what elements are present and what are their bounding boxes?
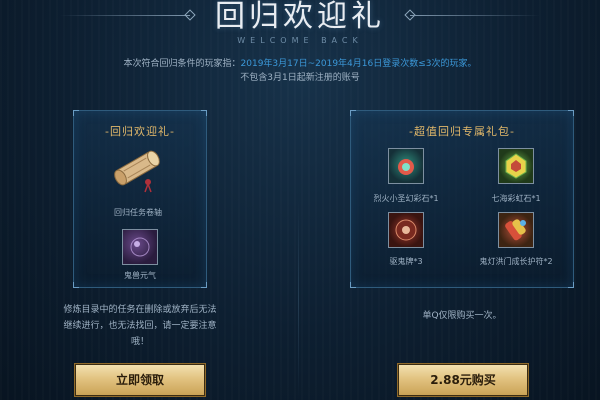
claim-now-button[interactable]: 立即领取 xyxy=(74,363,206,397)
exclusive-pack-title: -超值回归专属礼包- xyxy=(409,125,515,138)
page-title: 回归欢迎礼 xyxy=(215,0,385,34)
scroll-icon xyxy=(114,150,160,193)
eligibility-date-range: 2019年3月17日~2019年4月16日登录次数≤3次的玩家。 xyxy=(240,59,477,69)
growth-charm-icon xyxy=(498,212,534,248)
rainbow-stone-icon xyxy=(498,148,534,184)
welcome-gift-note-line1: 修炼目录中的任务在删除或放弃后无法 xyxy=(63,305,217,315)
eligibility-prefix: 本次符合回归条件的玩家指： xyxy=(123,59,241,69)
eligibility-description: 本次符合回归条件的玩家指：2019年3月17日~2019年4月16日登录次数≤3… xyxy=(0,56,600,69)
growth-charm-label: 鬼灯洪门成长护符*2 xyxy=(479,257,553,266)
welcome-gift-note-line2: 继续进行，也无法找回，请一定要注意哦！ xyxy=(63,321,217,347)
center-divider xyxy=(298,200,299,400)
ghost-token-label: 驱鬼牌*3 xyxy=(389,257,423,266)
welcome-gift-title: -回归欢迎礼- xyxy=(105,125,175,138)
eligibility-exclusion: 不包含3月1日起新注册的账号 xyxy=(240,73,360,83)
flame-gem-label: 烈火小圣幻彩石*1 xyxy=(373,194,439,203)
scroll-item-label: 回归任务卷轴 xyxy=(114,208,162,217)
welcome-gift-note: 修炼目录中的任务在删除或放弃后无法 继续进行，也无法找回，请一定要注意哦！ xyxy=(60,302,220,350)
header: 回归欢迎礼 WELCOME BACK xyxy=(0,0,600,50)
purchase-limit-note: 单Q仅限购买一次。 xyxy=(422,311,502,321)
ghost-token-icon xyxy=(388,212,424,248)
rainbow-stone-label: 七海彩虹石*1 xyxy=(491,194,541,203)
spirit-orb-icon xyxy=(122,229,158,265)
buy-pack-button[interactable]: 2.88元购买 xyxy=(397,363,529,397)
title-decoration-right xyxy=(410,15,540,16)
flame-gem-icon xyxy=(388,148,424,184)
spirit-orb-label: 鬼兽元气 xyxy=(124,271,156,280)
page-subtitle: WELCOME BACK xyxy=(237,36,363,45)
